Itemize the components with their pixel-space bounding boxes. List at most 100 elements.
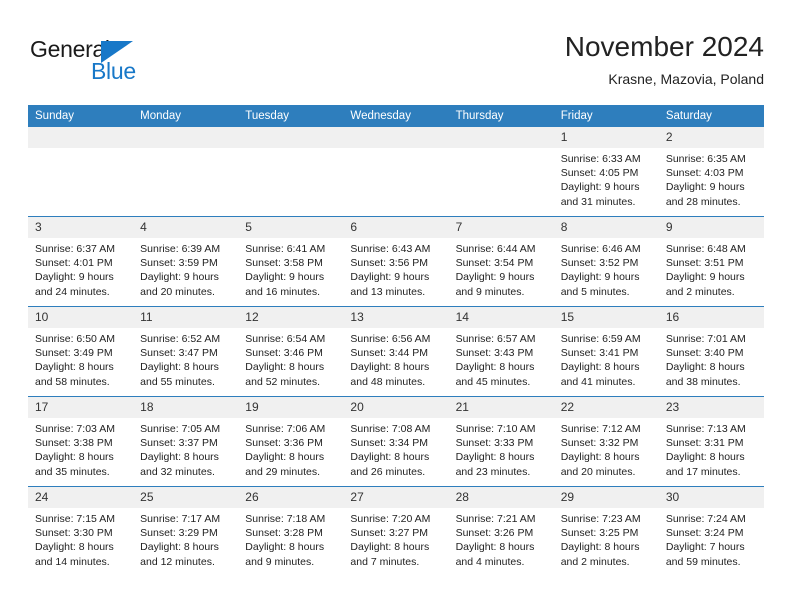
day-sun-info: Sunrise: 6:41 AM Sunset: 3:58 PM Daylight:…	[238, 238, 343, 299]
daylight-duration-line1: Daylight: 8 hours	[35, 451, 114, 464]
calendar-day-cell[interactable]: 30 Sunrise: 7:24 AM Sunset: 3:24 PM Dayligh…	[658, 486, 764, 576]
sunrise-time: Sunrise: 6:33 AM	[560, 153, 641, 165]
calendar-day-cell[interactable]: 24 Sunrise: 7:15 AM Sunset: 3:30 PM Dayligh…	[28, 486, 134, 576]
calendar-day-cell[interactable]: 18 Sunrise: 7:05 AM Sunset: 3:37 PM Dayligh…	[133, 396, 239, 487]
sunset-time: Sunset: 3:36 PM	[245, 437, 323, 450]
daylight-duration-line1: Daylight: 7 hours	[665, 541, 745, 554]
weekday-header-tuesday: Tuesday	[238, 105, 344, 127]
daylight-duration-line1: Daylight: 8 hours	[140, 361, 219, 374]
sunrise-time: Sunrise: 7:10 AM	[455, 423, 536, 435]
sunrise-time: Sunrise: 6:41 AM	[245, 243, 326, 255]
sunrise-sunset-calendar: Sunday Monday Tuesday Wednesday Thursday…	[28, 105, 764, 576]
calendar-week-row: 10 Sunrise: 6:50 AM Sunset: 3:49 PM Dayligh…	[28, 306, 764, 397]
calendar-day-cell[interactable]: 16 Sunrise: 7:01 AM Sunset: 3:40 PM Dayligh…	[658, 306, 764, 397]
calendar-day-cell[interactable]: 1 Sunrise: 6:33 AM Sunset: 4:05 PM Daylight…	[553, 127, 659, 217]
calendar-day-cell[interactable]: 28 Sunrise: 7:21 AM Sunset: 3:26 PM Dayligh…	[448, 486, 554, 576]
calendar-day-cell[interactable]: 11 Sunrise: 6:52 AM Sunset: 3:47 PM Dayligh…	[133, 306, 239, 397]
day-sun-info: Sunrise: 6:59 AM Sunset: 3:41 PM Daylight:…	[554, 328, 659, 389]
daylight-duration-line1: Daylight: 9 hours	[560, 271, 640, 284]
day-sun-info: Sunrise: 6:48 AM Sunset: 3:51 PM Daylight:…	[659, 238, 764, 299]
calendar-week-row: 3 Sunrise: 6:37 AM Sunset: 4:01 PM Daylight…	[28, 216, 764, 307]
sunrise-time: Sunrise: 7:08 AM	[350, 423, 431, 435]
weekday-header-monday: Monday	[133, 105, 239, 127]
daylight-duration-line1: Daylight: 9 hours	[350, 271, 430, 284]
calendar-day-cell[interactable]: 17 Sunrise: 7:03 AM Sunset: 3:38 PM Dayligh…	[28, 396, 134, 487]
daylight-duration-line1: Daylight: 8 hours	[665, 361, 745, 374]
day-number: 17	[28, 397, 134, 418]
calendar-day-cell[interactable]: 20 Sunrise: 7:08 AM Sunset: 3:34 PM Dayligh…	[343, 396, 449, 487]
calendar-page: General Blue November 2024 Krasne, Mazov…	[0, 0, 792, 612]
day-number: 8	[553, 217, 659, 238]
calendar-week-row: 24 Sunrise: 7:15 AM Sunset: 3:30 PM Dayligh…	[28, 486, 764, 576]
sunrise-time: Sunrise: 7:21 AM	[455, 513, 536, 525]
sunrise-time: Sunrise: 6:37 AM	[35, 243, 115, 255]
calendar-day-cell[interactable]: 5 Sunrise: 6:41 AM Sunset: 3:58 PM Daylight…	[238, 216, 344, 307]
daylight-duration-line1: Daylight: 9 hours	[665, 181, 745, 194]
calendar-day-cell[interactable]: 15 Sunrise: 6:59 AM Sunset: 3:41 PM Dayligh…	[553, 306, 659, 397]
calendar-day-cell[interactable]: 7 Sunrise: 6:44 AM Sunset: 3:54 PM Daylight…	[448, 216, 554, 307]
daylight-duration-line1: Daylight: 8 hours	[560, 541, 640, 554]
sunset-time: Sunset: 3:29 PM	[140, 527, 218, 540]
sunset-time: Sunset: 4:03 PM	[665, 167, 744, 180]
day-number: 15	[553, 307, 659, 328]
sunrise-time: Sunrise: 6:48 AM	[665, 243, 746, 255]
calendar-day-cell[interactable]: 2 Sunrise: 6:35 AM Sunset: 4:03 PM Daylight…	[658, 127, 764, 217]
day-number	[28, 127, 134, 148]
calendar-day-cell[interactable]: 21 Sunrise: 7:10 AM Sunset: 3:33 PM Dayligh…	[448, 396, 554, 487]
sunrise-time: Sunrise: 7:03 AM	[35, 423, 115, 435]
sunset-time: Sunset: 3:38 PM	[35, 437, 113, 450]
calendar-day-cell[interactable]: 10 Sunrise: 6:50 AM Sunset: 3:49 PM Dayligh…	[28, 306, 134, 397]
calendar-day-cell[interactable]: 12 Sunrise: 6:54 AM Sunset: 3:46 PM Dayligh…	[238, 306, 344, 397]
sunrise-time: Sunrise: 7:01 AM	[665, 333, 746, 345]
sunset-time: Sunset: 3:30 PM	[35, 527, 113, 540]
daylight-duration-line2: and 38 minutes.	[665, 375, 741, 388]
daylight-duration-line1: Daylight: 9 hours	[140, 271, 219, 284]
sunrise-time: Sunrise: 6:39 AM	[140, 243, 221, 255]
daylight-duration-line2: and 55 minutes.	[140, 375, 215, 388]
sunrise-time: Sunrise: 6:57 AM	[455, 333, 536, 345]
daylight-duration-line1: Daylight: 9 hours	[665, 271, 745, 284]
daylight-duration-line2: and 28 minutes.	[665, 195, 741, 208]
daylight-duration-line2: and 16 minutes.	[245, 285, 320, 298]
day-sun-info: Sunrise: 6:39 AM Sunset: 3:59 PM Daylight:…	[133, 238, 238, 299]
location-subtitle: Krasne, Mazovia, Poland	[608, 71, 764, 87]
day-sun-info: Sunrise: 7:15 AM Sunset: 3:30 PM Daylight:…	[28, 508, 133, 569]
day-number: 26	[238, 487, 344, 508]
day-sun-info: Sunrise: 6:44 AM Sunset: 3:54 PM Daylight:…	[449, 238, 554, 299]
general-blue-logo[interactable]: General Blue	[30, 36, 160, 88]
calendar-day-cell[interactable]: 9 Sunrise: 6:48 AM Sunset: 3:51 PM Daylight…	[658, 216, 764, 307]
calendar-day-cell[interactable]: 23 Sunrise: 7:13 AM Sunset: 3:31 PM Dayligh…	[658, 396, 764, 487]
sunset-time: Sunset: 3:27 PM	[350, 527, 429, 540]
calendar-day-cell[interactable]: 14 Sunrise: 6:57 AM Sunset: 3:43 PM Dayligh…	[448, 306, 554, 397]
day-sun-info: Sunrise: 7:03 AM Sunset: 3:38 PM Daylight:…	[28, 418, 133, 479]
day-sun-info: Sunrise: 6:37 AM Sunset: 4:01 PM Daylight:…	[28, 238, 133, 299]
daylight-duration-line1: Daylight: 8 hours	[140, 451, 219, 464]
calendar-day-cell[interactable]: 3 Sunrise: 6:37 AM Sunset: 4:01 PM Daylight…	[28, 216, 134, 307]
calendar-day-cell[interactable]: 4 Sunrise: 6:39 AM Sunset: 3:59 PM Daylight…	[133, 216, 239, 307]
calendar-day-cell[interactable]: 29 Sunrise: 7:23 AM Sunset: 3:25 PM Dayligh…	[553, 486, 659, 576]
calendar-day-cell[interactable]: 22 Sunrise: 7:12 AM Sunset: 3:32 PM Dayligh…	[553, 396, 659, 487]
daylight-duration-line2: and 59 minutes.	[665, 555, 741, 568]
daylight-duration-line2: and 2 minutes.	[665, 285, 735, 298]
daylight-duration-line2: and 26 minutes.	[350, 465, 426, 478]
daylight-duration-line1: Daylight: 8 hours	[35, 541, 114, 554]
day-number: 7	[448, 217, 554, 238]
daylight-duration-line2: and 20 minutes.	[560, 465, 636, 478]
calendar-day-cell[interactable]: 8 Sunrise: 6:46 AM Sunset: 3:52 PM Daylight…	[553, 216, 659, 307]
day-number: 19	[238, 397, 344, 418]
sunset-time: Sunset: 3:33 PM	[455, 437, 534, 450]
calendar-day-cell[interactable]: 19 Sunrise: 7:06 AM Sunset: 3:36 PM Dayligh…	[238, 396, 344, 487]
calendar-day-cell[interactable]: 27 Sunrise: 7:20 AM Sunset: 3:27 PM Dayligh…	[343, 486, 449, 576]
page-header: General Blue November 2024 Krasne, Mazov…	[28, 30, 764, 98]
weekday-header-friday: Friday	[553, 105, 659, 127]
calendar-day-cell[interactable]: 6 Sunrise: 6:43 AM Sunset: 3:56 PM Daylight…	[343, 216, 449, 307]
calendar-day-cell[interactable]: 25 Sunrise: 7:17 AM Sunset: 3:29 PM Dayligh…	[133, 486, 239, 576]
calendar-day-cell[interactable]: 26 Sunrise: 7:18 AM Sunset: 3:28 PM Dayligh…	[238, 486, 344, 576]
daylight-duration-line2: and 23 minutes.	[455, 465, 531, 478]
day-number: 23	[658, 397, 764, 418]
day-sun-info: Sunrise: 7:13 AM Sunset: 3:31 PM Daylight:…	[659, 418, 764, 479]
daylight-duration-line1: Daylight: 8 hours	[245, 541, 325, 554]
sunset-time: Sunset: 4:05 PM	[560, 167, 639, 180]
calendar-day-cell[interactable]: 13 Sunrise: 6:56 AM Sunset: 3:44 PM Dayligh…	[343, 306, 449, 397]
daylight-duration-line1: Daylight: 9 hours	[455, 271, 535, 284]
